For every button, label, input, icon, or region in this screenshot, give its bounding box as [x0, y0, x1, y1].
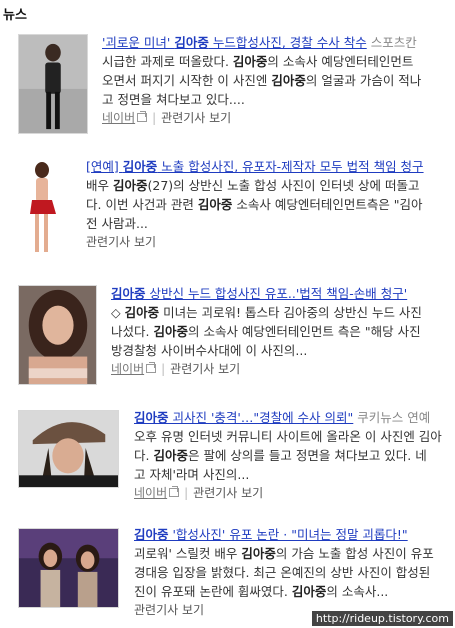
news-snippet: 다. 김아중은 팔에 상의를 들고 정면을 쳐다보고 있다. 네	[134, 448, 427, 463]
news-snippet: 경대응 입장을 밝혔다. 최근 온예진의 상반 사진이 합성된	[134, 565, 431, 580]
news-snippet: 방경찰청 사이버수사대에 이 사진의...	[111, 343, 308, 358]
news-snippet: 나섰다. 김아중의 소속사 예당엔터테인먼트 측은 "해당 사진	[111, 324, 421, 339]
news-title-link[interactable]: 김아중 상반신 누드 합성사진 유포..'법적 책임-손배 청구'	[111, 286, 407, 301]
naver-link[interactable]: 네이버	[134, 486, 167, 500]
watermark-label: http://rideup.tistory.com	[311, 611, 453, 626]
news-item: 김아중 '합성사진' 유포 논란 · "미녀는 정말 괴롭다!" 괴로워' 스릴…	[0, 522, 455, 622]
related-articles-link[interactable]: 관련기사 보기	[161, 111, 231, 125]
related-articles-link[interactable]: 관련기사 보기	[86, 235, 156, 249]
news-snippet: 오후 유명 인터넷 커뮤니티 사이트에 올라온 이 사진엔 김아	[134, 429, 442, 444]
news-snippet: 괴로워' 스릴컷 배우 김아중의 가슴 노출 합성 사진이 유포	[134, 546, 434, 561]
related-articles-link[interactable]: 관련기사 보기	[170, 362, 240, 376]
news-title-link[interactable]: '괴로운 미녀' 김아중 누드합성사진, 경찰 수사 착수	[102, 35, 367, 50]
news-title-link[interactable]: 김아중 괴사진 '충격'…"경찰에 수사 의뢰"	[134, 410, 353, 425]
news-item: 김아중 괴사진 '충격'…"경찰에 수사 의뢰" 쿠키뉴스 연예 오후 유명 인터…	[0, 405, 455, 515]
news-snippet: 시급한 과제로 떠올랐다. 김아중의 소속사 예당엔터테인먼트	[102, 54, 414, 69]
external-link-icon	[169, 486, 180, 497]
related-articles-link[interactable]: 관련기사 보기	[134, 603, 204, 617]
news-thumbnail[interactable]	[18, 410, 119, 488]
meta-separator: |	[184, 486, 189, 500]
external-link-icon	[146, 362, 157, 373]
news-source: 스포츠칸	[370, 35, 417, 50]
news-item: 김아중 상반신 누드 합성사진 유포..'법적 책임-손배 청구' ◇ 김아중 …	[0, 281, 455, 391]
news-source: 쿠키뉴스 연예	[357, 410, 431, 425]
meta-separator: |	[161, 362, 166, 376]
news-snippet: 다. 이번 사건과 관련 김아중 소속사 예당엔터테인먼트측은 "김아	[86, 197, 423, 212]
news-thumbnail[interactable]	[18, 285, 97, 385]
news-thumbnail[interactable]	[18, 156, 70, 260]
news-title-link[interactable]: 김아중 '합성사진' 유포 논란 · "미녀는 정말 괴롭다!"	[134, 527, 408, 542]
news-snippet: 진이 유포돼 논란에 휩싸였다. 김아중의 소속사...	[134, 584, 389, 599]
related-articles-link[interactable]: 관련기사 보기	[193, 486, 263, 500]
external-link-icon	[137, 111, 148, 122]
news-snippet: 고 자체'라며 사진의...	[134, 467, 250, 482]
news-title-link[interactable]: [연예] 김아중 노출 합성사진, 유포자-제작자 모두 법적 책임 청구	[86, 159, 424, 174]
naver-link[interactable]: 네이버	[111, 362, 144, 376]
news-snippet: ◇ 김아중 미녀는 괴로워! 톱스타 김아중의 상반신 누드 사진	[111, 305, 422, 320]
news-thumbnail[interactable]	[18, 34, 88, 134]
section-title: 뉴스	[3, 8, 27, 23]
news-snippet: 전 사람과...	[86, 216, 148, 231]
news-thumbnail[interactable]	[18, 528, 119, 608]
news-item: [연예] 김아중 노출 합성사진, 유포자-제작자 모두 법적 책임 청구 배우…	[0, 153, 455, 263]
news-item: '괴로운 미녀' 김아중 누드합성사진, 경찰 수사 착수 스포츠칸 시급한 과제…	[0, 27, 455, 139]
meta-separator: |	[152, 111, 157, 125]
news-snippet: 배우 김아중(27)의 상반신 노출 합성 사진이 인터넷 상에 떠돌고	[86, 178, 420, 193]
naver-link[interactable]: 네이버	[102, 111, 135, 125]
news-snippet: 고 정면을 쳐다보고 있다....	[102, 92, 245, 107]
news-snippet: 오면서 퍼지기 시작한 이 사진엔 김아중의 얼굴과 가슴이 적나	[102, 73, 422, 88]
